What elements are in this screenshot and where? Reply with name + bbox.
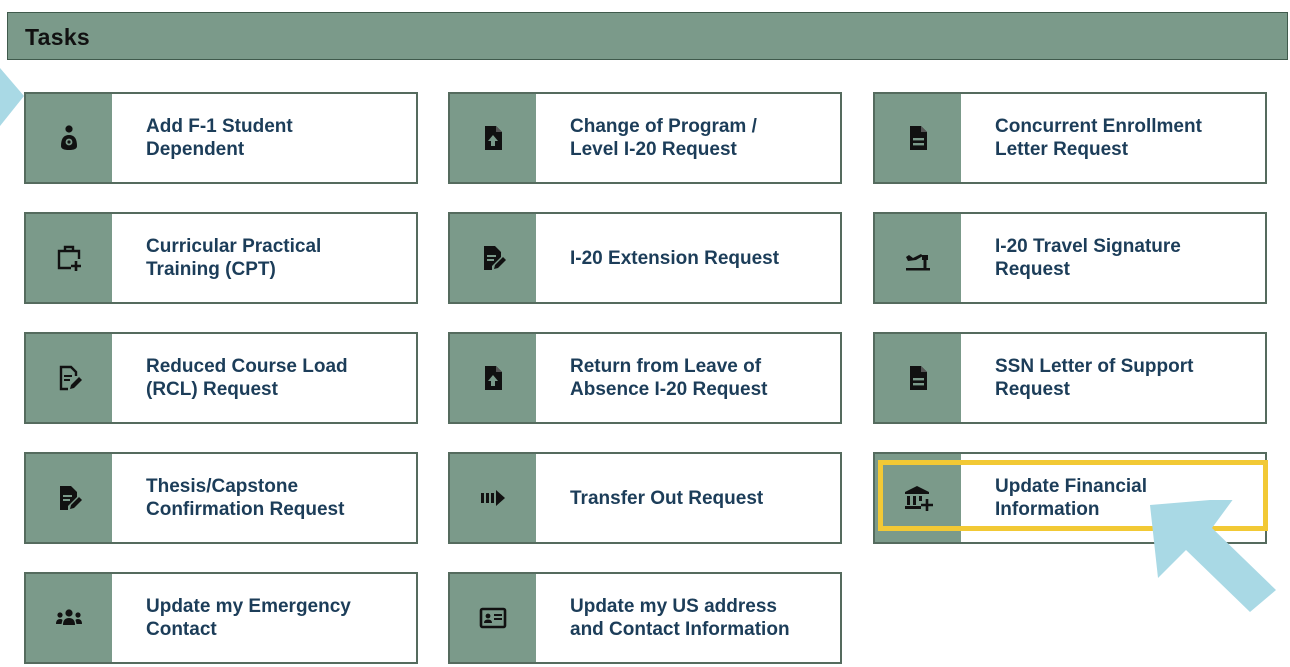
task-i20-travel-signature[interactable]: I-20 Travel Signature Request xyxy=(873,212,1267,304)
arrow-transfer-icon xyxy=(450,454,536,542)
file-edit-icon xyxy=(26,454,112,542)
task-label: I-20 Travel Signature Request xyxy=(995,236,1181,280)
file-upload-icon xyxy=(450,334,536,422)
task-label: Update my Emergency Contact xyxy=(146,596,351,640)
people-group-icon xyxy=(26,574,112,662)
tasks-page: Tasks Add F-1 Student Dependent Change o… xyxy=(0,0,1290,667)
task-label: Add F-1 Student Dependent xyxy=(146,116,293,160)
page-title: Tasks xyxy=(25,24,91,50)
task-label: Transfer Out Request xyxy=(570,487,764,509)
task-emergency-contact[interactable]: Update my Emergency Contact xyxy=(24,572,418,664)
task-label: Reduced Course Load (RCL) Request xyxy=(146,356,348,400)
task-i20-extension[interactable]: I-20 Extension Request xyxy=(448,212,842,304)
tasks-header: Tasks xyxy=(7,12,1288,60)
task-concurrent-enrollment[interactable]: Concurrent Enrollment Letter Request xyxy=(873,92,1267,184)
task-label: SSN Letter of Support Request xyxy=(995,356,1194,400)
task-change-of-program[interactable]: Change of Program / Level I-20 Request xyxy=(448,92,842,184)
task-label: Change of Program / Level I-20 Request xyxy=(570,116,757,160)
task-rcl-request[interactable]: Reduced Course Load (RCL) Request xyxy=(24,332,418,424)
task-thesis-capstone[interactable]: Thesis/Capstone Confirmation Request xyxy=(24,452,418,544)
task-label: Curricular Practical Training (CPT) xyxy=(146,236,322,280)
person-baby-icon xyxy=(26,94,112,182)
task-label: Concurrent Enrollment Letter Request xyxy=(995,116,1202,160)
task-label: Update Financial Information xyxy=(995,476,1148,520)
task-label: Return from Leave of Absence I-20 Reques… xyxy=(570,356,768,400)
task-add-f1-dependent[interactable]: Add F-1 Student Dependent xyxy=(24,92,418,184)
task-ssn-letter[interactable]: SSN Letter of Support Request xyxy=(873,332,1267,424)
briefcase-plus-icon xyxy=(26,214,112,302)
task-return-from-leave[interactable]: Return from Leave of Absence I-20 Reques… xyxy=(448,332,842,424)
plane-departure-icon xyxy=(875,214,961,302)
file-lines-icon xyxy=(875,94,961,182)
task-update-financial[interactable]: Update Financial Information xyxy=(873,452,1267,544)
bank-plus-icon xyxy=(875,454,961,542)
task-label: I-20 Extension Request xyxy=(570,247,780,269)
file-edit-icon xyxy=(450,214,536,302)
task-cpt[interactable]: Curricular Practical Training (CPT) xyxy=(24,212,418,304)
task-transfer-out[interactable]: Transfer Out Request xyxy=(448,452,842,544)
task-label: Thesis/Capstone Confirmation Request xyxy=(146,476,345,520)
file-lines-icon xyxy=(875,334,961,422)
id-card-icon xyxy=(450,574,536,662)
file-upload-icon xyxy=(450,94,536,182)
task-label: Update my US address and Contact Informa… xyxy=(570,596,790,640)
task-update-us-address[interactable]: Update my US address and Contact Informa… xyxy=(448,572,842,664)
file-edit-outline-icon xyxy=(26,334,112,422)
